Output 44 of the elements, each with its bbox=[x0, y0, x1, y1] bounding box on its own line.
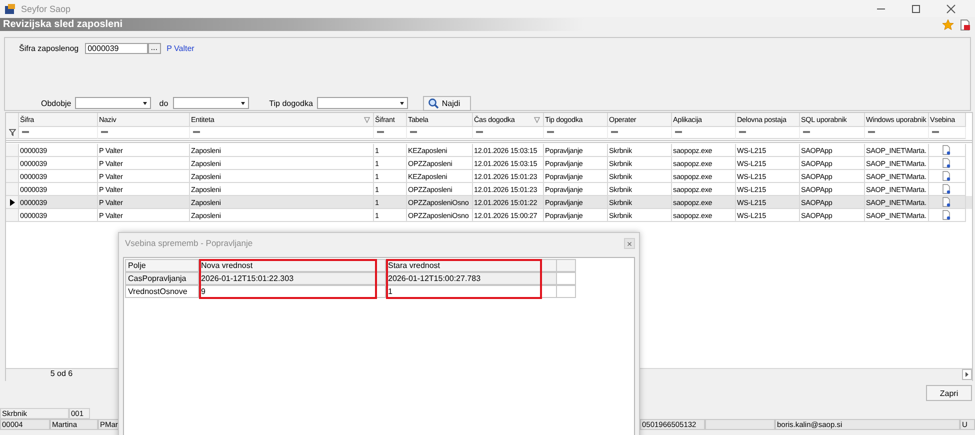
search-icon bbox=[428, 98, 439, 108]
app-icon bbox=[4, 2, 16, 14]
search-button[interactable]: Najdi bbox=[422, 96, 471, 110]
list-cell bbox=[705, 419, 775, 430]
table-cell: 2026-01-12T15:01:22.303 bbox=[198, 272, 386, 285]
browse-button[interactable]: ... bbox=[148, 42, 161, 54]
field-label: Šifra zaposlenog bbox=[19, 44, 79, 52]
document-close-icon[interactable] bbox=[959, 18, 971, 30]
dropdown-field[interactable] bbox=[316, 97, 408, 109]
sort-icon[interactable] bbox=[364, 117, 370, 123]
employee-name-link[interactable]: P Valter bbox=[166, 44, 194, 52]
document-icon[interactable] bbox=[942, 184, 951, 194]
dropdown-field[interactable] bbox=[173, 97, 250, 109]
dropdown-field[interactable] bbox=[75, 97, 152, 109]
table-cell: VrednostOsnove bbox=[125, 285, 199, 298]
sort-icon[interactable] bbox=[534, 117, 540, 123]
dialog-close-button[interactable]: × bbox=[624, 238, 635, 248]
maximize-icon[interactable] bbox=[910, 2, 922, 14]
column-header: Polje bbox=[125, 259, 199, 272]
dialog-title: Vsebina sprememb - Popravljanje bbox=[125, 238, 253, 248]
table-cell: 2026-01-12T15:00:27.783 bbox=[385, 272, 557, 285]
window-title: Seyfor Saop bbox=[21, 4, 71, 14]
filter-icon[interactable] bbox=[8, 128, 16, 136]
change-row[interactable]: CasPopravljanja 2026-01-12T15:01:22.303 2026-01-12T15:00:27.783 bbox=[126, 273, 576, 286]
field-label: Tip dogodka bbox=[269, 98, 313, 108]
table-cell bbox=[556, 285, 576, 298]
current-row-icon bbox=[10, 198, 14, 206]
employee-code-field[interactable]: 0000039 bbox=[84, 42, 148, 54]
table-cell: CasPopravljanja bbox=[125, 272, 199, 285]
field-label: Obdobje bbox=[41, 98, 72, 108]
scroll-right-icon[interactable] bbox=[962, 368, 972, 380]
document-icon[interactable] bbox=[942, 158, 951, 168]
document-icon[interactable] bbox=[942, 197, 951, 207]
close-icon[interactable] bbox=[945, 2, 957, 14]
close-button[interactable]: Zapri bbox=[926, 385, 972, 401]
document-icon[interactable] bbox=[942, 210, 951, 220]
document-icon[interactable] bbox=[942, 145, 951, 155]
form-title: Revizijska sled zaposleni bbox=[2, 19, 122, 30]
record-counter: 5 od 6 bbox=[6, 368, 117, 380]
star-icon[interactable] bbox=[942, 18, 954, 30]
row-header[interactable] bbox=[6, 196, 19, 209]
table-cell bbox=[556, 272, 576, 285]
field-label: do bbox=[159, 98, 168, 108]
document-icon[interactable] bbox=[942, 171, 951, 181]
